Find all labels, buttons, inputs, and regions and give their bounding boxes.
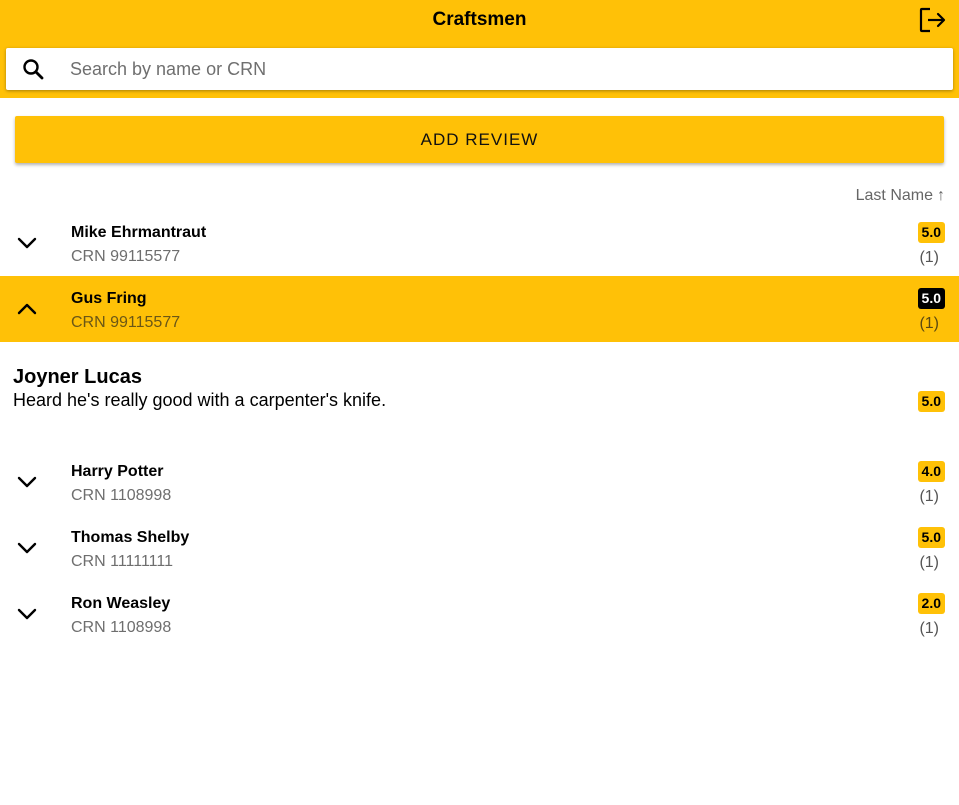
craftsman-crn: CRN 99115577 xyxy=(71,248,181,265)
craftsman-name: Ron Weasley xyxy=(71,595,171,612)
craftsman-crn: CRN 1108998 xyxy=(71,487,172,504)
review-author: Joyner Lucas xyxy=(13,366,142,388)
craftsman-name: Gus Fring xyxy=(71,290,147,307)
chevron-up-icon[interactable] xyxy=(16,298,38,320)
review-count: (1) xyxy=(919,554,939,571)
review-item: Joyner Lucas Heard he's really good with… xyxy=(0,342,959,452)
craftsman-name: Harry Potter xyxy=(71,463,164,480)
craftsman-crn: CRN 1108998 xyxy=(71,619,172,636)
craftsman-row[interactable]: Ron Weasley CRN 1108998 2.0 (1) xyxy=(0,581,959,647)
review-count: (1) xyxy=(919,315,939,332)
add-review-button[interactable]: ADD REVIEW xyxy=(15,116,944,163)
review-count: (1) xyxy=(919,488,939,505)
craftsman-name: Mike Ehrmantraut xyxy=(71,224,207,241)
app-header: Craftsmen xyxy=(0,0,959,98)
sort-label: Last Name xyxy=(855,187,933,204)
craftsman-name: Thomas Shelby xyxy=(71,529,190,546)
review-count: (1) xyxy=(919,249,939,266)
search-bar xyxy=(6,48,953,90)
page-title: Craftsmen xyxy=(432,9,527,30)
search-input[interactable] xyxy=(70,48,940,90)
sort-control[interactable]: Last Name ↑ xyxy=(856,186,945,206)
craftsman-crn: CRN 99115577 xyxy=(71,314,181,331)
search-icon xyxy=(23,59,44,80)
craftsman-crn: CRN 11111111 xyxy=(71,553,173,570)
chevron-down-icon[interactable] xyxy=(16,537,38,559)
rating-badge: 4.0 xyxy=(917,461,945,482)
craftsman-row[interactable]: Harry Potter CRN 1108998 4.0 (1) xyxy=(0,449,959,515)
chevron-down-icon[interactable] xyxy=(16,232,38,254)
rating-badge: 5.0 xyxy=(917,527,945,548)
rating-badge: 5.0 xyxy=(917,222,945,243)
rating-badge: 5.0 xyxy=(917,288,945,309)
review-text: Heard he's really good with a carpenter'… xyxy=(13,390,387,410)
review-rating-badge: 5.0 xyxy=(917,391,945,412)
craftsman-row[interactable]: Mike Ehrmantraut CRN 99115577 5.0 (1) xyxy=(0,210,959,276)
chevron-down-icon[interactable] xyxy=(16,603,38,625)
logout-icon xyxy=(919,7,946,33)
craftsman-row[interactable]: Thomas Shelby CRN 11111111 5.0 (1) xyxy=(0,515,959,581)
chevron-down-icon[interactable] xyxy=(16,471,38,493)
rating-badge: 2.0 xyxy=(917,593,945,614)
logout-button[interactable] xyxy=(918,6,948,34)
sort-arrow-icon: ↑ xyxy=(937,187,945,204)
craftsman-row-expanded[interactable]: Gus Fring CRN 99115577 5.0 (1) xyxy=(0,276,959,342)
review-count: (1) xyxy=(919,620,939,637)
